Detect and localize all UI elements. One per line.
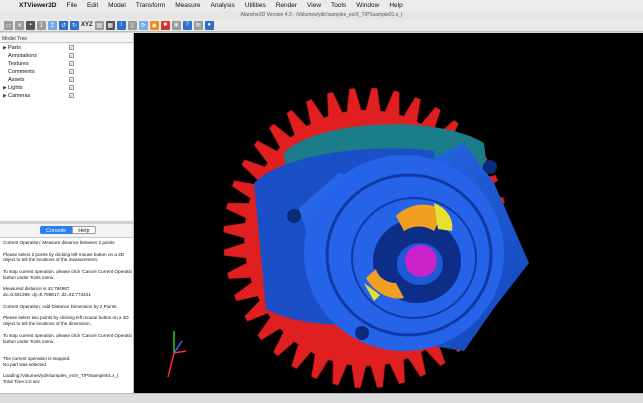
tab-help[interactable]: Help	[72, 226, 96, 234]
left-panel: Model Tree ▶ Parts ✓ Annotations ✓ Textu…	[0, 33, 134, 393]
menu-app-name[interactable]: XTViewer3D	[14, 2, 61, 9]
print-icon[interactable]: ▤	[94, 20, 104, 30]
close-file-icon[interactable]: ✕	[15, 20, 24, 30]
render-icon[interactable]: ◆	[149, 20, 159, 30]
console-line: Total Time:2.0 sec	[3, 379, 41, 385]
tree-item-comments[interactable]: Comments ✓	[0, 68, 133, 76]
mail-icon[interactable]: ✉	[193, 20, 203, 30]
menu-window[interactable]: Window	[351, 2, 384, 9]
menu-measure[interactable]: Measure	[170, 2, 205, 9]
tree-item-label: Annotations	[8, 53, 38, 59]
settings-icon[interactable]: ✻	[171, 20, 181, 30]
tree-item-parts[interactable]: ▶ Parts ✓	[0, 44, 133, 52]
model-render	[167, 87, 529, 389]
hub-part[interactable]	[405, 245, 437, 277]
axis-triad	[167, 331, 187, 378]
visibility-checkbox[interactable]: ✓	[69, 85, 74, 90]
toolbar: ▭ ✕ ▪ ↧ ↥ ↺ ↻ XYZ ▤ ▦ i ▯ ⟳ ◆ ■ ✻ ? ✉ ●	[0, 19, 643, 32]
3d-viewport[interactable]	[134, 33, 643, 393]
menu-view[interactable]: View	[302, 2, 326, 9]
menu-file[interactable]: File	[61, 2, 81, 9]
tree-item-assets[interactable]: Assets ✓	[0, 76, 133, 84]
menu-tools[interactable]: Tools	[326, 2, 351, 9]
tree-item-textures[interactable]: Textures ✓	[0, 60, 133, 68]
model-tree-header: Model Tree	[0, 35, 133, 43]
color-icon[interactable]: ■	[160, 20, 170, 30]
tab-console[interactable]: Console	[40, 226, 73, 234]
open-folder-icon[interactable]: ▭	[4, 20, 13, 30]
help-icon[interactable]: ?	[182, 20, 192, 30]
redo-icon[interactable]: ↻	[70, 20, 79, 30]
console-output: Current Operation: Measure distance betw…	[0, 237, 133, 393]
expand-arrow-icon[interactable]: ▶	[3, 44, 7, 52]
tree-item-label: Cameras	[8, 93, 31, 99]
menu-utilities[interactable]: Utilities	[240, 2, 271, 9]
tree-item-label: Comments	[8, 69, 35, 75]
panel-splitter[interactable]	[0, 221, 133, 224]
console-line: Current Operation: Add Distance Dimensio…	[3, 303, 117, 309]
menu-render[interactable]: Render	[271, 2, 302, 9]
tree-item-label: Textures	[8, 61, 29, 67]
layers-icon[interactable]: ▦	[105, 20, 115, 30]
save-icon[interactable]: ▪	[26, 20, 35, 30]
window-title: Afanche3D Version 4.3 - /Volumes/ydir/sa…	[0, 11, 643, 19]
expand-arrow-icon[interactable]: ▶	[3, 92, 7, 100]
tree-item-cameras[interactable]: ▶ Cameras ✓	[0, 92, 133, 100]
import-icon[interactable]: ↥	[48, 20, 57, 30]
visibility-checkbox[interactable]: ✓	[69, 77, 74, 82]
visibility-checkbox[interactable]: ✓	[69, 93, 74, 98]
info-icon[interactable]: i	[116, 20, 126, 30]
menu-edit[interactable]: Edit	[82, 2, 103, 9]
tree-item-lights[interactable]: ▶ Lights ✓	[0, 84, 133, 92]
console-tabs: Console Help	[40, 226, 96, 234]
document-icon[interactable]: ▯	[127, 20, 137, 30]
menu-model[interactable]: Model	[103, 2, 131, 9]
model-tree: ▶ Parts ✓ Annotations ✓ Textures ✓ Comme…	[0, 44, 133, 220]
console-line: To stop current operation, please click …	[3, 332, 133, 338]
console-line: To stop current operation, please click …	[3, 268, 133, 274]
menu-transform[interactable]: Transform	[131, 2, 170, 9]
expand-arrow-icon[interactable]: ▶	[3, 84, 7, 92]
visibility-checkbox[interactable]: ✓	[69, 69, 74, 74]
tree-item-label: Assets	[8, 77, 25, 83]
tree-item-annotations[interactable]: Annotations ✓	[0, 52, 133, 60]
console-line: Current Operation: Measure distance betw…	[3, 240, 115, 245]
user-icon[interactable]: ●	[204, 20, 214, 30]
visibility-checkbox[interactable]: ✓	[69, 45, 74, 50]
refresh-icon[interactable]: ⟳	[138, 20, 148, 30]
menu-analysis[interactable]: Analysis	[206, 2, 240, 9]
tree-item-label: Parts	[8, 45, 21, 51]
menu-help[interactable]: Help	[384, 2, 407, 9]
undo-icon[interactable]: ↺	[59, 20, 68, 30]
visibility-checkbox[interactable]: ✓	[69, 53, 74, 58]
export-icon[interactable]: ↧	[37, 20, 46, 30]
tree-item-label: Lights	[8, 85, 23, 91]
visibility-checkbox[interactable]: ✓	[69, 61, 74, 66]
xyz-axes-button[interactable]: XYZ	[81, 21, 93, 30]
